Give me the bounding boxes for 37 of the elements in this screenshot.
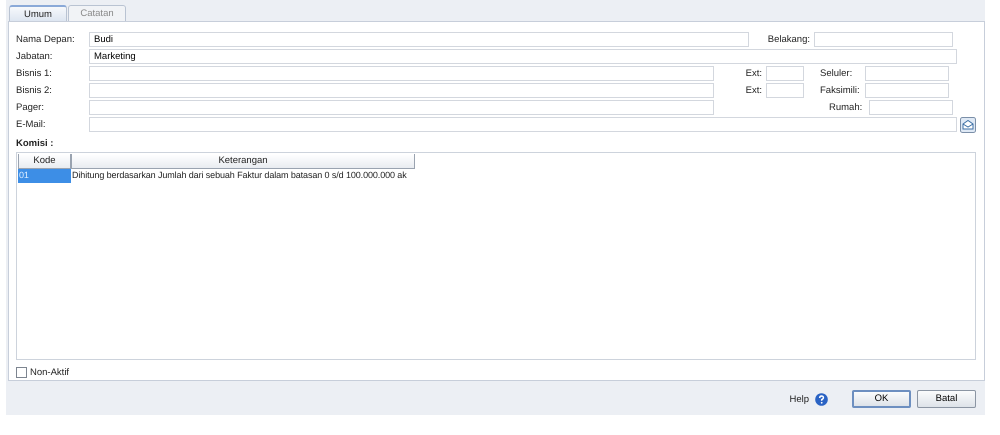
checkbox[interactable]	[16, 367, 27, 378]
help-label: Help	[789, 392, 809, 406]
field-label: Ext:	[746, 67, 762, 80]
input-field[interactable]	[89, 117, 957, 132]
envelope-icon[interactable]	[960, 116, 976, 132]
field-label: Faksimili:	[820, 84, 860, 97]
input-field[interactable]	[865, 66, 949, 81]
ok-button[interactable]: OK	[852, 390, 911, 408]
column-header[interactable]: Keterangan	[71, 154, 415, 169]
input-field[interactable]	[766, 83, 804, 98]
field-label: Belakang:	[768, 33, 810, 46]
tab[interactable]: Umum	[9, 5, 67, 21]
section-title: Komisi :	[16, 138, 54, 150]
cancel-button[interactable]: Batal	[917, 390, 976, 408]
field-label: Jabatan:	[16, 50, 52, 63]
help-icon[interactable]	[815, 392, 828, 406]
field-label: Ext:	[746, 84, 762, 97]
input-field[interactable]	[89, 66, 714, 81]
input-field[interactable]	[865, 83, 949, 98]
input-field[interactable]	[869, 100, 953, 115]
field-label: Seluler:	[820, 67, 852, 80]
table-cell-text: Dihitung berdasarkan Jumlah dari sebuah Faktur dalam batasan 0 s/d 100.000.000 ak	[71, 169, 408, 182]
field-label: Bisnis 2:	[16, 84, 52, 97]
input-field[interactable]	[766, 66, 804, 81]
input-field[interactable]	[814, 32, 953, 47]
table-cell: 01	[18, 169, 71, 183]
field-label: Nama Depan:	[16, 33, 75, 46]
field-label: Pager:	[16, 101, 44, 114]
field-label: Bisnis 1:	[16, 67, 52, 80]
checkbox-label: Non-Aktif	[30, 366, 70, 379]
input-field[interactable]: Budi	[89, 32, 749, 47]
field-label: Rumah:	[829, 101, 862, 114]
field-label: E-Mail:	[16, 118, 46, 131]
input-field[interactable]: Marketing	[89, 49, 957, 64]
input-field[interactable]	[89, 100, 714, 115]
input-field[interactable]	[89, 83, 714, 98]
column-header[interactable]: Kode	[18, 154, 71, 169]
